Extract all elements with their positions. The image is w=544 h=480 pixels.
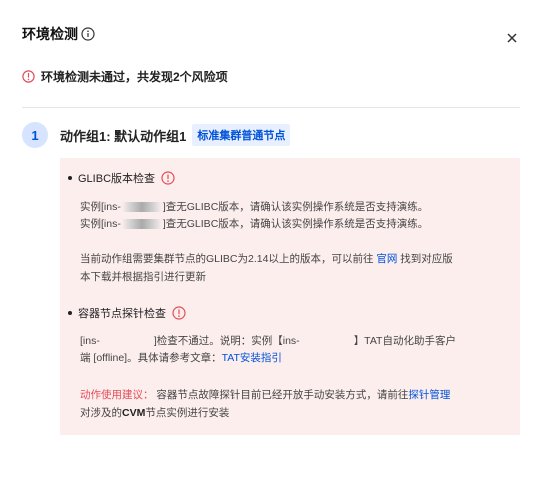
glibc-note-line-2: 本下载并根据指引进行更新 [80,269,206,285]
warning-circle-icon[interactable] [161,171,175,185]
note-text: 找到对应版 [400,253,453,265]
redacted-instance-id [121,219,162,230]
instance-prefix: [ins- [80,335,100,347]
suggestion-line-1: 动作使用建议： 容器节点故障探针目前已经开放手动安装方式，请前往探针管理 [80,387,450,403]
glibc-message: ]查无GLIBC版本，请确认该实例操作系统是否支持演练。 [162,201,429,213]
glibc-line-1: 实例[ins- ]查无GLIBC版本，请确认该实例操作系统是否支持演练。 [80,199,428,215]
step-number-badge: 1 [22,122,48,148]
close-button[interactable] [504,30,520,46]
cvm-label: CVM [122,407,146,419]
alert-banner: 环境检测未通过，共发现2个风险项 [22,68,228,85]
bullet-dot [68,176,72,180]
glibc-line-2: 实例[ins- ]查无GLIBC版本，请确认该实例操作系统是否支持演练。 [80,216,428,232]
check-title: 容器节点探针检查 [78,308,166,320]
check-item-probe: 容器节点探针检查 [68,305,186,321]
redacted-instance-id [121,202,162,213]
alert-text: 环境检测未通过，共发现2个风险项 [41,70,228,84]
glibc-note-line-1: 当前动作组需要集群节点的GLIBC为2.14以上的版本，可以前往 官网 找到对应… [80,251,453,267]
dialog-header: 环境检测 [22,24,95,44]
risk-panel: GLIBC版本检查 实例[ins- ]查无GLIBC版本，请确认该实例操作系统是否… [60,158,520,435]
official-site-link[interactable]: 官网 [376,253,397,265]
suggestion-line-2: 对涉及的CVM节点实例进行安装 [80,405,229,421]
error-circle-icon [22,70,35,83]
probe-message: ]检查不通过。说明：实例【ins- [153,335,300,347]
note-text: 本下载并根据指引进行更新 [80,271,206,283]
group-title: 动作组1: 默认动作组1 [60,128,187,144]
check-title: GLIBC版本检查 [78,173,156,185]
warning-circle-icon[interactable] [172,306,186,320]
action-group-header: 1 动作组1: 默认动作组1 标准集群普通节点 [22,122,291,148]
instance-prefix: 实例[ins- [80,218,121,230]
close-icon [507,33,517,43]
group-tag: 标准集群普通节点 [192,124,291,146]
suggestion-text: 节点实例进行安装 [145,407,230,419]
check-item-glibc: GLIBC版本检查 [68,170,175,186]
probe-message: 】TAT自动化助手客户 [353,335,456,347]
probe-message: 端 [offline]。具体请参考文章： [80,352,222,364]
probe-line-1: [ins- ]检查不通过。说明：实例【ins- 】TAT自动化助手客户 [80,333,456,349]
dialog-title: 环境检测 [22,26,78,42]
divider [22,107,520,108]
probe-line-2: 端 [offline]。具体请参考文章：TAT安装指引 [80,350,282,366]
suggestion-label: 动作使用建议： [80,389,154,401]
suggestion-text: 容器节点故障探针目前已经开放手动安装方式，请前往 [156,389,409,401]
probe-management-link[interactable]: 探针管理 [408,389,450,401]
info-icon[interactable] [81,27,95,41]
instance-prefix: 实例[ins- [80,201,121,213]
suggestion-text: 对涉及的 [80,407,122,419]
bullet-dot [68,311,72,315]
note-text: 当前动作组需要集群节点的GLIBC为2.14以上的版本，可以前往 [80,253,374,265]
glibc-message: ]查无GLIBC版本，请确认该实例操作系统是否支持演练。 [162,218,429,230]
tat-install-guide-link[interactable]: TAT安装指引 [222,352,282,364]
